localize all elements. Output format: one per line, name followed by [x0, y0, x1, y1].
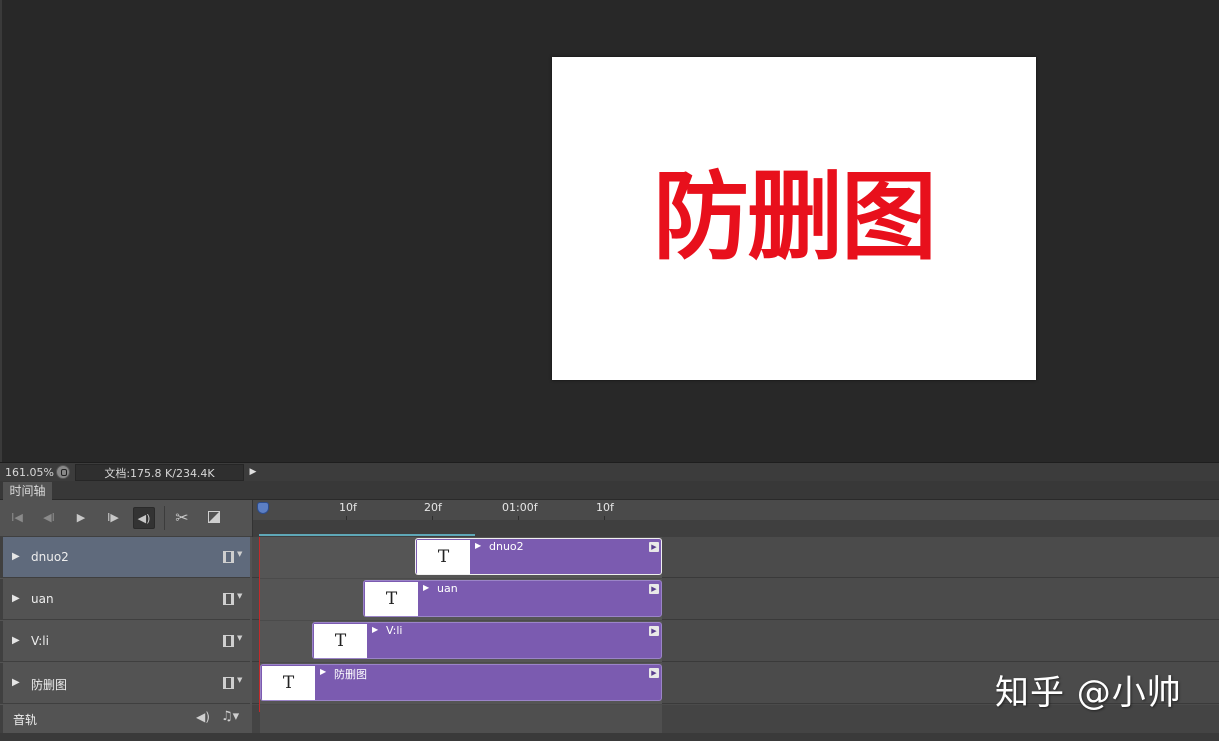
photoshop-window: 防删图 161.05% 文档:175.8 K/234.4K ▶ 时间轴 I◀ ◀…	[0, 0, 1219, 741]
chevron-down-icon[interactable]: ▼	[237, 676, 242, 684]
clip-label: dnuo2	[489, 540, 524, 553]
clip-end-arrow-icon[interactable]: ▶	[649, 542, 659, 552]
clip-thumbnail: T	[417, 540, 470, 574]
clip-thumbnail: T	[365, 582, 418, 616]
expand-caret-icon[interactable]: ▶	[12, 593, 20, 604]
speaker-icon[interactable]: ◀)	[196, 710, 210, 724]
audio-track-label: 音轨	[13, 713, 38, 727]
status-bar: 161.05% 文档:175.8 K/234.4K ▶	[0, 462, 1219, 481]
audio-lane-active-area	[260, 705, 662, 733]
clip-thumbnail: T	[314, 624, 367, 658]
previous-frame-icon[interactable]: ◀I	[38, 507, 60, 529]
play-icon[interactable]: ▶	[70, 507, 92, 529]
track-row-vli[interactable]: ▶ V:li ▼	[0, 621, 250, 662]
film-strip-icon[interactable]	[223, 635, 234, 647]
expand-caret-icon[interactable]: ▶	[12, 551, 20, 562]
clip-end-arrow-icon[interactable]: ▶	[649, 626, 659, 636]
film-strip-icon[interactable]	[223, 677, 234, 689]
ruler-label: 10f	[596, 501, 614, 514]
clip-label: V:li	[386, 624, 403, 637]
audio-track-row[interactable]: 音轨 ◀) ♫▾	[0, 705, 250, 733]
go-to-first-frame-icon[interactable]: I◀	[6, 507, 28, 529]
music-note-icon[interactable]: ♫▾	[221, 709, 239, 724]
doc-info-menu-arrow-icon[interactable]: ▶	[247, 464, 259, 481]
ruler-label: 20f	[424, 501, 442, 514]
work-area-bar	[259, 534, 475, 536]
track-name: 防删图	[31, 678, 68, 692]
stamp-text: 防删图	[653, 161, 937, 273]
tab-timeline[interactable]: 时间轴	[3, 482, 52, 500]
split-at-playhead-scissors-icon[interactable]: ✂	[171, 507, 193, 529]
clip-uan[interactable]: T ▶ uan ▶	[363, 580, 662, 617]
track-row-dnuo2[interactable]: ▶ dnuo2 ▼	[0, 537, 250, 578]
watermark: 知乎 @小帅	[995, 673, 1182, 713]
chevron-down-icon[interactable]: ▼	[237, 550, 242, 558]
track-name: V:li	[31, 634, 49, 648]
chevron-down-icon[interactable]: ▼	[237, 592, 242, 600]
playhead-line	[259, 537, 260, 712]
clip-dnuo2[interactable]: T ▶ dnuo2 ▶	[415, 538, 662, 575]
document-info: 文档:175.8 K/234.4K	[75, 464, 244, 481]
controls-divider	[164, 506, 165, 530]
track-name: uan	[31, 592, 54, 606]
bottom-scroll-strip	[0, 733, 1219, 741]
next-frame-icon[interactable]: I▶	[102, 507, 124, 529]
work-area-track[interactable]	[253, 520, 1219, 555]
clip-expand-icon[interactable]: ▶	[320, 667, 326, 676]
track-row-fangshantu[interactable]: ▶ 防删图 ▼	[0, 663, 250, 704]
zoom-settings-icon[interactable]	[56, 465, 70, 479]
playhead-handle[interactable]	[257, 502, 269, 514]
track-row-uan[interactable]: ▶ uan ▼	[0, 579, 250, 620]
playback-controls: I◀ ◀I ▶ I▶ ◀) ✂	[0, 500, 252, 537]
film-strip-icon[interactable]	[223, 551, 234, 563]
film-strip-icon[interactable]	[223, 593, 234, 605]
ruler-label: 01:00f	[502, 501, 538, 514]
clip-end-arrow-icon[interactable]: ▶	[649, 584, 659, 594]
ruler-label: 10f	[339, 501, 357, 514]
clip-label: 防删图	[334, 668, 367, 681]
clip-vli[interactable]: T ▶ V:li ▶	[312, 622, 662, 659]
clip-label: uan	[437, 582, 458, 595]
lane[interactable]	[252, 537, 1219, 578]
clip-thumbnail: T	[262, 666, 315, 700]
document-canvas[interactable]: 防删图	[552, 57, 1036, 380]
expand-caret-icon[interactable]: ▶	[12, 677, 20, 688]
canvas-workspace[interactable]: 防删图	[0, 0, 1219, 462]
track-list: ▶ dnuo2 ▼ ▶ uan ▼ ▶ V:li ▼ ▶ 防删图 ▼ 音轨 ◀)…	[0, 537, 252, 741]
time-ruler[interactable]: 10f 20f 01:00f 10f	[252, 500, 1219, 555]
clip-fangshantu[interactable]: T ▶ 防删图 ▶	[260, 664, 662, 701]
panel-tab-bar: 时间轴	[0, 481, 1219, 500]
clip-expand-icon[interactable]: ▶	[423, 583, 429, 592]
chevron-down-icon[interactable]: ▼	[237, 634, 242, 642]
audio-toggle-icon[interactable]: ◀)	[133, 507, 155, 529]
clip-end-arrow-icon[interactable]: ▶	[649, 668, 659, 678]
clip-expand-icon[interactable]: ▶	[372, 625, 378, 634]
zoom-field[interactable]: 161.05%	[2, 465, 54, 480]
clip-expand-icon[interactable]: ▶	[475, 541, 481, 550]
expand-caret-icon[interactable]: ▶	[12, 635, 20, 646]
track-name: dnuo2	[31, 550, 69, 564]
transition-icon[interactable]	[208, 511, 220, 523]
